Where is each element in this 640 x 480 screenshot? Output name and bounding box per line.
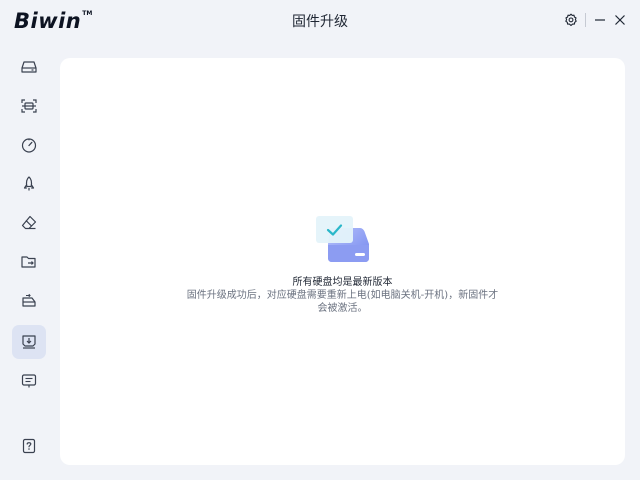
title-bar: Biwin TM 固件升级 bbox=[0, 0, 640, 40]
message-icon bbox=[21, 374, 37, 388]
controls-divider bbox=[585, 13, 586, 27]
window-title: 固件升级 bbox=[292, 14, 348, 30]
close-button[interactable] bbox=[610, 10, 630, 30]
sidebar-item-firmware-upgrade[interactable] bbox=[12, 325, 46, 359]
sidebar-item-data-migration[interactable] bbox=[12, 245, 46, 279]
close-icon bbox=[615, 15, 625, 25]
sidebar-item-secure-erase[interactable] bbox=[12, 206, 46, 240]
main-panel: 所有硬盘均是最新版本 固件升级成功后，对应硬盘需要重新上电(如电脑关机-开机)，… bbox=[60, 58, 625, 465]
rocket-icon bbox=[23, 176, 35, 191]
sidebar-item-help[interactable] bbox=[12, 429, 46, 463]
sidebar-item-drive-clone[interactable] bbox=[12, 284, 46, 318]
speedometer-icon bbox=[21, 138, 37, 153]
drive-arrow-icon bbox=[22, 293, 36, 307]
sidebar bbox=[12, 48, 46, 468]
hard-drive-icon bbox=[21, 61, 37, 73]
firmware-icon bbox=[22, 335, 36, 349]
window-controls bbox=[561, 10, 630, 30]
eraser-icon bbox=[21, 215, 37, 230]
minimize-icon bbox=[595, 19, 605, 21]
status-description: 固件升级成功后，对应硬盘需要重新上电(如电脑关机-开机)，新固件才会被激活。 bbox=[186, 290, 499, 314]
drive-check-icon bbox=[316, 216, 369, 262]
gear-icon bbox=[565, 13, 577, 27]
folder-transfer-icon bbox=[21, 256, 36, 268]
sidebar-item-messages[interactable] bbox=[12, 364, 46, 398]
settings-button[interactable] bbox=[561, 10, 581, 30]
sidebar-item-drive-overview[interactable] bbox=[12, 50, 46, 84]
status-title: 所有硬盘均是最新版本 bbox=[292, 277, 393, 288]
sidebar-item-scan[interactable] bbox=[12, 89, 46, 123]
sidebar-item-boost[interactable] bbox=[12, 167, 46, 201]
minimize-button[interactable] bbox=[590, 10, 610, 30]
scan-icon bbox=[21, 99, 37, 113]
sidebar-item-speed-test[interactable] bbox=[12, 128, 46, 162]
help-icon bbox=[22, 438, 36, 454]
